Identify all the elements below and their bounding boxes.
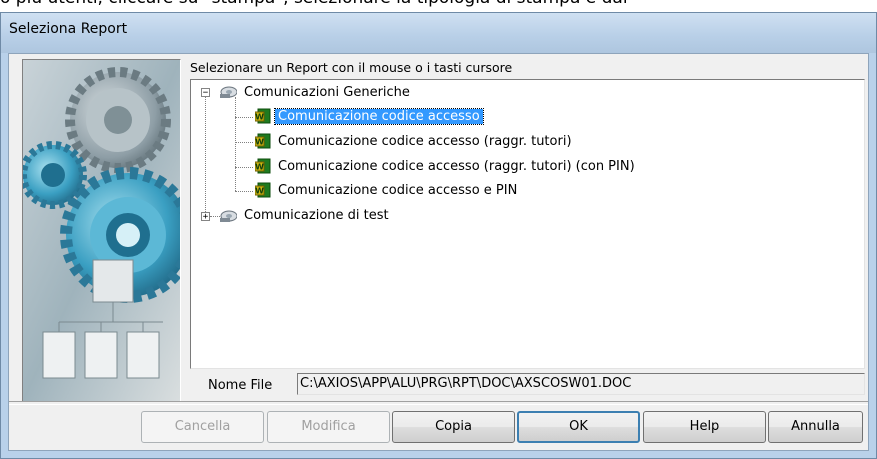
tree-node-comunicazione-codice-accesso[interactable]: Comunicazione codice accesso: [274, 106, 484, 128]
cd-drive-icon: [220, 210, 237, 222]
word-doc-icon: W: [255, 158, 271, 174]
svg-text:W: W: [255, 187, 264, 196]
gears-image: [23, 60, 180, 401]
tree-node-comunicazione-codice-accesso-e-pin[interactable]: Comunicazione codice accesso e PIN: [275, 180, 520, 202]
separator: [9, 401, 868, 405]
tree-line: [235, 167, 253, 168]
tree-node-comunicazioni-generiche[interactable]: Comunicazioni Generiche: [241, 82, 413, 104]
background-document-text: o più utenti, cliccare su "stampa", sele…: [0, 0, 877, 12]
word-doc-icon: W: [255, 108, 271, 124]
tree-line: [235, 117, 253, 118]
tree-line: [205, 97, 206, 216]
svg-text:W: W: [255, 113, 264, 122]
instruction-text: Selezionare un Report con il mouse o i t…: [190, 60, 513, 75]
window-title: Seleziona Report: [9, 21, 128, 37]
help-button[interactable]: Help: [643, 411, 766, 443]
title-bar[interactable]: Seleziona Report: [1, 13, 876, 53]
cancella-button[interactable]: Cancella: [141, 411, 264, 443]
modifica-button[interactable]: Modifica: [267, 411, 390, 443]
tree-line: [235, 97, 236, 191]
svg-text:W: W: [255, 138, 264, 147]
word-doc-icon: W: [255, 133, 271, 149]
tree-node-comunicazione-di-test[interactable]: Comunicazione di test: [241, 205, 392, 227]
ok-button[interactable]: OK: [517, 411, 640, 443]
file-name-label: Nome File: [208, 378, 273, 393]
file-name-field[interactable]: C:\AXIOS\APP\ALU\PRG\RPT\DOC\AXSCOSW01.D…: [297, 373, 865, 395]
tree-node-comunicazione-codice-accesso-con-pin[interactable]: Comunicazione codice accesso (raggr. tut…: [275, 156, 638, 178]
seleziona-report-dialog: Seleziona Report Selezionare un Report c…: [0, 12, 877, 459]
annulla-button[interactable]: Annulla: [768, 411, 863, 443]
report-tree-view[interactable]: − Comunicazioni Generiche W Comunicazion…: [190, 79, 865, 369]
expand-toggle[interactable]: +: [201, 212, 210, 222]
svg-text:W: W: [255, 163, 264, 172]
copia-button[interactable]: Copia: [392, 411, 515, 443]
cd-drive-icon: [220, 86, 237, 98]
tree-line: [235, 142, 253, 143]
tree-line: [235, 191, 253, 192]
gears-illustration: [22, 59, 181, 402]
dialog-client-area: Selezionare un Report con il mouse o i t…: [8, 53, 869, 451]
tree-node-comunicazione-codice-accesso-raggr-tutori[interactable]: Comunicazione codice accesso (raggr. tut…: [275, 131, 575, 153]
collapse-toggle[interactable]: −: [201, 88, 210, 98]
word-doc-icon: W: [255, 182, 271, 198]
